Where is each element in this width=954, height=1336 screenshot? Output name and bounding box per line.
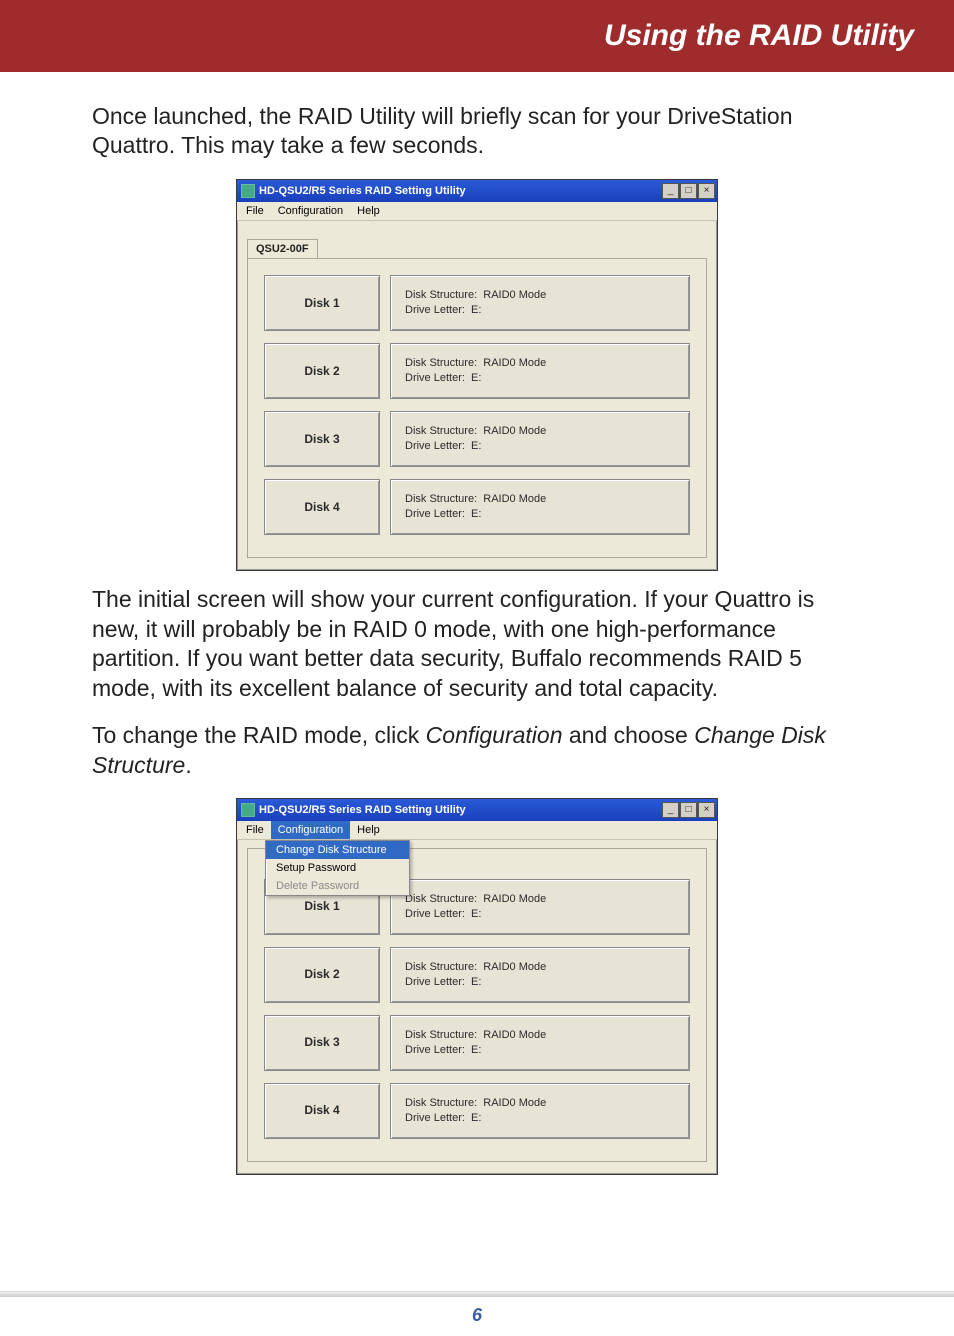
raid-utility-window-2: HD-QSU2/R5 Series RAID Setting Utility _…: [236, 798, 718, 1175]
minimize-button[interactable]: _: [662, 183, 679, 199]
menu-delete-password: Delete Password: [266, 877, 409, 895]
disk-structure-line: Disk Structure: RAID0 Mode: [405, 356, 675, 371]
page-title: Using the RAID Utility: [604, 19, 914, 53]
disk-info: Disk Structure: RAID0 Mode Drive Letter:…: [390, 479, 690, 535]
window-controls: _ □ ×: [662, 802, 715, 818]
window-controls: _ □ ×: [662, 183, 715, 199]
menubar: File Configuration Help: [237, 202, 717, 221]
page-body: Once launched, the RAID Utility will bri…: [0, 72, 954, 1175]
disk-structure-line: Disk Structure: RAID0 Mode: [405, 1028, 675, 1043]
page-number: 6: [472, 1305, 482, 1325]
disk-info: Disk Structure: RAID0 Mode Drive Letter:…: [390, 411, 690, 467]
tab-panel: Disk 1 Disk Structure: RAID0 Mode Drive …: [247, 258, 707, 558]
window-title: HD-QSU2/R5 Series RAID Setting Utility: [259, 803, 662, 817]
disk-info: Disk Structure: RAID0 Mode Drive Letter:…: [390, 879, 690, 935]
menu-help[interactable]: Help: [350, 821, 387, 839]
menu-change-disk-structure[interactable]: Change Disk Structure: [266, 841, 409, 859]
paragraph-2: The initial screen will show your curren…: [92, 585, 862, 703]
disk-row: Disk 2 Disk Structure: RAID0 Mode Drive …: [264, 947, 690, 1003]
page-header: Using the RAID Utility: [0, 0, 954, 72]
drive-letter-line: Drive Letter: E:: [405, 507, 675, 522]
disk-label: Disk 4: [264, 1083, 380, 1139]
disk-info: Disk Structure: RAID0 Mode Drive Letter:…: [390, 947, 690, 1003]
app-icon: [241, 184, 255, 198]
close-button[interactable]: ×: [698, 802, 715, 818]
drive-letter-line: Drive Letter: E:: [405, 303, 675, 318]
disk-row: Disk 3 Disk Structure: RAID0 Mode Drive …: [264, 1015, 690, 1071]
drive-letter-line: Drive Letter: E:: [405, 1111, 675, 1126]
disk-info: Disk Structure: RAID0 Mode Drive Letter:…: [390, 275, 690, 331]
disk-label: Disk 3: [264, 1015, 380, 1071]
menu-file[interactable]: File: [239, 821, 271, 839]
drive-letter-line: Drive Letter: E:: [405, 907, 675, 922]
close-button[interactable]: ×: [698, 183, 715, 199]
maximize-button[interactable]: □: [680, 183, 697, 199]
menu-file[interactable]: File: [239, 202, 271, 220]
menu-help[interactable]: Help: [350, 202, 387, 220]
disk-label: Disk 3: [264, 411, 380, 467]
maximize-button[interactable]: □: [680, 802, 697, 818]
titlebar: HD-QSU2/R5 Series RAID Setting Utility _…: [237, 799, 717, 821]
disk-row: Disk 4 Disk Structure: RAID0 Mode Drive …: [264, 1083, 690, 1139]
raid-utility-window-1: HD-QSU2/R5 Series RAID Setting Utility _…: [236, 179, 718, 571]
menubar: File Configuration Help Change Disk Stru…: [237, 821, 717, 840]
disk-row: Disk 3 Disk Structure: RAID0 Mode Drive …: [264, 411, 690, 467]
disk-structure-line: Disk Structure: RAID0 Mode: [405, 892, 675, 907]
disk-info: Disk Structure: RAID0 Mode Drive Letter:…: [390, 1083, 690, 1139]
app-icon: [241, 803, 255, 817]
disk-info: Disk Structure: RAID0 Mode Drive Letter:…: [390, 343, 690, 399]
tabset: QSU2-00F Disk 1 Disk Structure: RAID0 Mo…: [247, 229, 707, 558]
disk-label: Disk 2: [264, 947, 380, 1003]
footer-divider: [0, 1291, 954, 1297]
disk-info: Disk Structure: RAID0 Mode Drive Letter:…: [390, 1015, 690, 1071]
disk-structure-line: Disk Structure: RAID0 Mode: [405, 492, 675, 507]
disk-structure-line: Disk Structure: RAID0 Mode: [405, 424, 675, 439]
disk-row: Disk 4 Disk Structure: RAID0 Mode Drive …: [264, 479, 690, 535]
page-footer: 6: [0, 1291, 954, 1326]
paragraph-1: Once launched, the RAID Utility will bri…: [92, 102, 862, 161]
titlebar: HD-QSU2/R5 Series RAID Setting Utility _…: [237, 180, 717, 202]
disk-row: Disk 1 Disk Structure: RAID0 Mode Drive …: [264, 275, 690, 331]
disk-label: Disk 1: [264, 275, 380, 331]
minimize-button[interactable]: _: [662, 802, 679, 818]
disk-structure-line: Disk Structure: RAID0 Mode: [405, 288, 675, 303]
tab-device[interactable]: QSU2-00F: [247, 239, 318, 258]
menu-configuration[interactable]: Configuration: [271, 202, 350, 220]
client-area: QSU2-00F Disk 1 Disk Structure: RAID0 Mo…: [237, 221, 717, 570]
disk-label: Disk 4: [264, 479, 380, 535]
menu-configuration[interactable]: Configuration: [271, 821, 350, 839]
disk-row: Disk 2 Disk Structure: RAID0 Mode Drive …: [264, 343, 690, 399]
disk-label: Disk 2: [264, 343, 380, 399]
paragraph-3: To change the RAID mode, click Configura…: [92, 721, 862, 780]
window-title: HD-QSU2/R5 Series RAID Setting Utility: [259, 184, 662, 198]
menu-setup-password[interactable]: Setup Password: [266, 859, 409, 877]
drive-letter-line: Drive Letter: E:: [405, 439, 675, 454]
drive-letter-line: Drive Letter: E:: [405, 371, 675, 386]
drive-letter-line: Drive Letter: E:: [405, 1043, 675, 1058]
disk-structure-line: Disk Structure: RAID0 Mode: [405, 1096, 675, 1111]
configuration-dropdown: Change Disk Structure Setup Password Del…: [265, 840, 410, 896]
drive-letter-line: Drive Letter: E:: [405, 975, 675, 990]
disk-structure-line: Disk Structure: RAID0 Mode: [405, 960, 675, 975]
